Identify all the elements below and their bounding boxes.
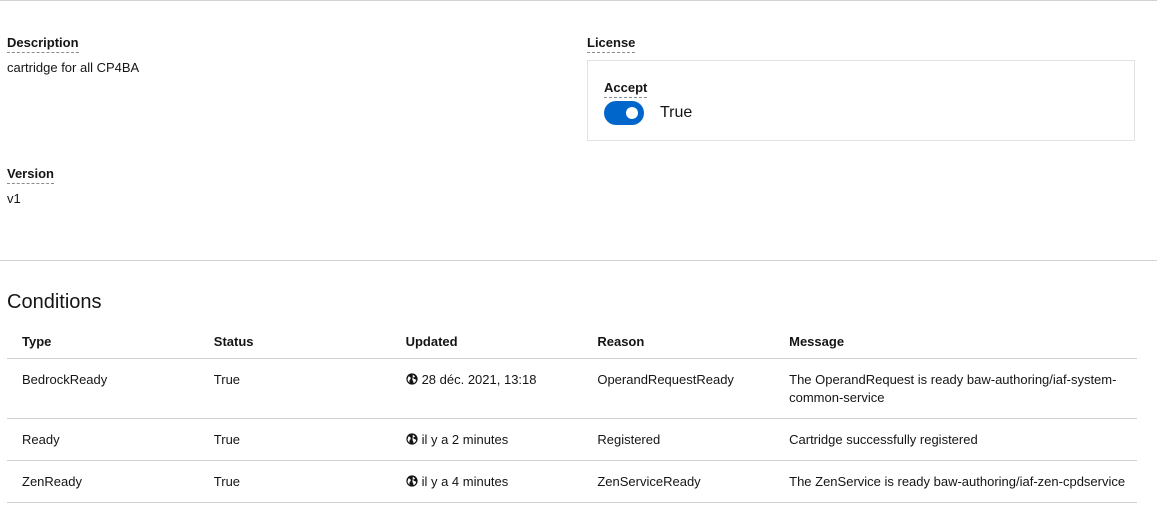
updated-text: il y a 2 minutes [421, 432, 509, 447]
globe-icon [405, 373, 418, 385]
updated-text: 28 déc. 2021, 13:18 [421, 372, 537, 387]
globe-icon [405, 433, 418, 445]
cell-type: ZenReady [7, 460, 199, 503]
version-value: v1 [7, 191, 21, 206]
description-label: Description [7, 35, 79, 53]
accept-toggle[interactable] [604, 101, 644, 125]
top-divider [0, 0, 1157, 1]
cell-type: Ready [7, 418, 199, 461]
column-header-reason: Reason [582, 326, 775, 359]
column-header-message: Message [774, 326, 1137, 359]
cell-message: The ZenService is ready baw-authoring/ia… [774, 460, 1137, 503]
cell-reason: ZenServiceReady [582, 460, 775, 503]
section-divider [0, 260, 1157, 261]
column-header-type: Type [7, 326, 199, 359]
description-value: cartridge for all CP4BA [7, 60, 140, 75]
accept-label: Accept [604, 80, 648, 98]
conditions-table: Type Status Updated Reason Message Bedro… [7, 326, 1137, 503]
cell-status: True [198, 460, 391, 503]
toggle-knob [626, 107, 638, 119]
cell-message: The OperandRequest is ready baw-authorin… [774, 358, 1137, 419]
table-row: Ready True il y a 2 minutes Registered C… [7, 418, 1137, 461]
cell-reason: OperandRequestReady [582, 358, 775, 419]
cell-updated: il y a 4 minutes [390, 460, 583, 503]
version-label: Version [7, 166, 54, 184]
cell-reason: Registered [582, 418, 775, 461]
table-row: BedrockReady True 28 déc. 2021, 13:18 Op… [7, 358, 1137, 419]
cell-message: Cartridge successfully registered [774, 418, 1137, 461]
globe-icon [405, 475, 418, 487]
accept-value: True [660, 104, 693, 121]
conditions-title: Conditions [7, 291, 102, 313]
column-header-updated: Updated [390, 326, 583, 359]
cell-status: True [198, 418, 391, 461]
column-header-status: Status [198, 326, 391, 359]
cell-type: BedrockReady [7, 358, 199, 419]
cell-updated: il y a 2 minutes [390, 418, 583, 461]
cell-updated: 28 déc. 2021, 13:18 [390, 358, 583, 419]
cell-status: True [198, 358, 391, 419]
updated-text: il y a 4 minutes [421, 474, 509, 489]
table-header-row: Type Status Updated Reason Message [7, 326, 1137, 359]
license-label: License [587, 35, 636, 53]
table-row: ZenReady True il y a 4 minutes ZenServic… [7, 460, 1137, 503]
license-panel: Accept True [587, 60, 1135, 141]
